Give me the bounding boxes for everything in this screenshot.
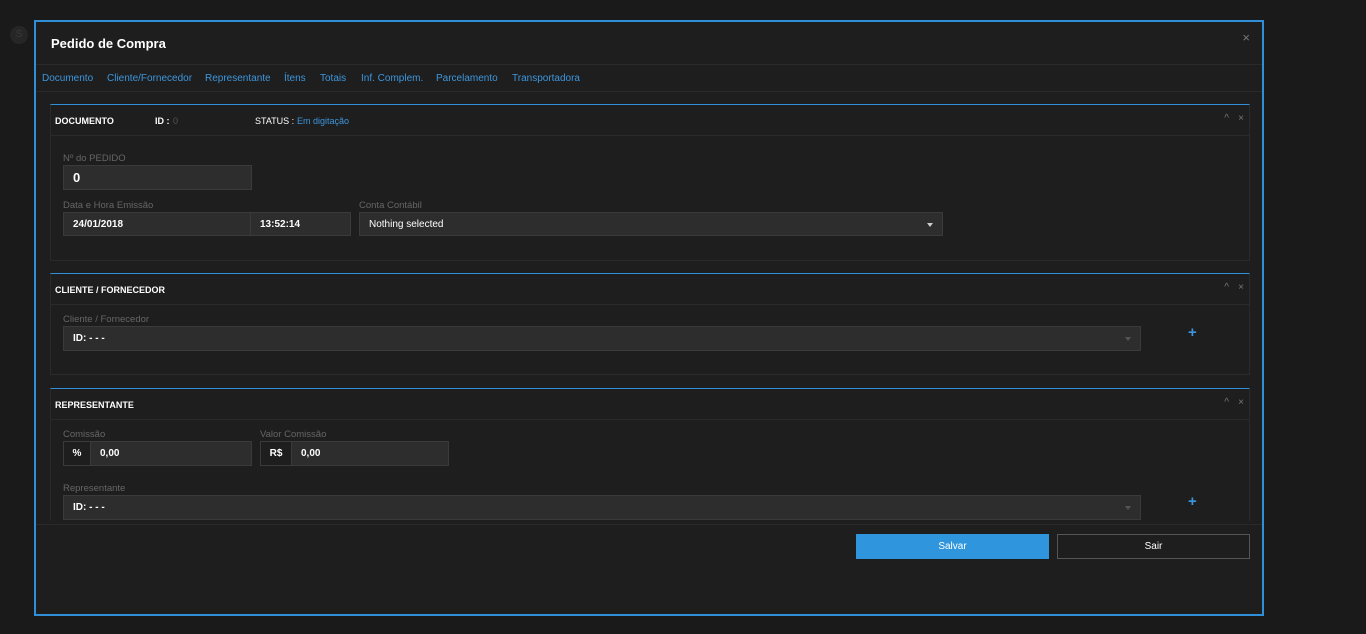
modal-title: Pedido de Compra bbox=[51, 36, 166, 51]
representante-value: ID: - - - bbox=[73, 502, 105, 513]
emission-date-input[interactable]: 24/01/2018 bbox=[63, 212, 251, 236]
pedido-label: Nº do PEDIDO bbox=[63, 153, 126, 164]
close-icon[interactable]: × bbox=[1238, 397, 1244, 408]
close-icon[interactable]: × bbox=[1242, 30, 1250, 45]
footer-divider bbox=[36, 524, 1262, 525]
emission-time-input[interactable]: 13:52:14 bbox=[250, 212, 351, 236]
form-scroll-area[interactable]: DOCUMENTO ID : 0 STATUS : Em digitação ^… bbox=[50, 104, 1251, 521]
tab-bar: Documento Cliente/Fornecedor Representan… bbox=[36, 64, 1262, 92]
close-icon[interactable]: × bbox=[1238, 282, 1244, 293]
percent-addon: % bbox=[63, 441, 91, 466]
documento-panel: DOCUMENTO ID : 0 STATUS : Em digitação ^… bbox=[50, 104, 1250, 261]
documento-panel-header: DOCUMENTO ID : 0 STATUS : Em digitação ^… bbox=[51, 105, 1249, 136]
save-button[interactable]: Salvar bbox=[856, 534, 1049, 559]
status-label: STATUS : bbox=[255, 116, 295, 126]
collapse-icon[interactable]: ^ bbox=[1224, 113, 1229, 124]
representante-label: Representante bbox=[63, 483, 126, 494]
status-value: Em digitação bbox=[297, 116, 350, 126]
id-value: 0 bbox=[173, 116, 179, 126]
tab-itens[interactable]: Ítens bbox=[284, 73, 306, 84]
pedido-number-input[interactable]: 0 bbox=[63, 165, 252, 190]
representante-panel: REPRESENTANTE ^ × Comissão % 0,00 Valor … bbox=[50, 388, 1250, 521]
cliente-panel: CLIENTE / FORNECEDOR ^ × Cliente / Forne… bbox=[50, 273, 1250, 375]
currency-addon: R$ bbox=[260, 441, 292, 466]
close-icon[interactable]: × bbox=[1238, 113, 1244, 124]
tab-parcelamento[interactable]: Parcelamento bbox=[436, 73, 498, 84]
comissao-input[interactable]: 0,00 bbox=[90, 441, 252, 466]
cliente-select[interactable]: ID: - - - bbox=[63, 326, 1141, 351]
conta-contabil-value: Nothing selected bbox=[369, 218, 444, 230]
caret-down-icon bbox=[1125, 506, 1131, 510]
collapse-icon[interactable]: ^ bbox=[1224, 397, 1229, 408]
valor-comissao-input[interactable]: 0,00 bbox=[291, 441, 449, 466]
data-hora-label: Data e Hora Emissão bbox=[63, 200, 154, 211]
cliente-value: ID: - - - bbox=[73, 333, 105, 344]
conta-contabil-label: Conta Contábil bbox=[359, 200, 422, 211]
documento-panel-title: DOCUMENTO bbox=[55, 116, 114, 126]
tab-inf-complem[interactable]: Inf. Complem. bbox=[361, 73, 423, 84]
add-cliente-icon[interactable]: + bbox=[1188, 324, 1197, 341]
exit-button[interactable]: Sair bbox=[1057, 534, 1250, 559]
tab-representante[interactable]: Representante bbox=[205, 73, 271, 84]
add-representante-icon[interactable]: + bbox=[1188, 493, 1197, 510]
cliente-panel-title: CLIENTE / FORNECEDOR bbox=[55, 285, 166, 295]
tab-documento[interactable]: Documento bbox=[42, 73, 93, 84]
caret-down-icon bbox=[927, 223, 933, 227]
tab-transportadora[interactable]: Transportadora bbox=[512, 73, 580, 84]
comissao-label: Comissão bbox=[63, 429, 106, 440]
cliente-panel-header: CLIENTE / FORNECEDOR ^ × bbox=[51, 274, 1249, 305]
conta-contabil-select[interactable]: Nothing selected bbox=[359, 212, 943, 236]
cliente-label: Cliente / Fornecedor bbox=[63, 314, 150, 325]
representante-select[interactable]: ID: - - - bbox=[63, 495, 1141, 520]
representante-panel-header: REPRESENTANTE ^ × bbox=[51, 389, 1249, 420]
purchase-order-modal: Pedido de Compra × Documento Cliente/For… bbox=[34, 20, 1264, 616]
collapse-icon[interactable]: ^ bbox=[1224, 282, 1229, 293]
caret-down-icon bbox=[1125, 337, 1131, 341]
valor-comissao-label: Valor Comissão bbox=[260, 429, 327, 440]
background-logo-icon: S bbox=[10, 26, 28, 44]
tab-cliente-fornecedor[interactable]: Cliente/Fornecedor bbox=[107, 73, 192, 84]
tab-totais[interactable]: Totais bbox=[320, 73, 346, 84]
representante-panel-title: REPRESENTANTE bbox=[55, 400, 134, 410]
id-label: ID : bbox=[155, 116, 170, 126]
